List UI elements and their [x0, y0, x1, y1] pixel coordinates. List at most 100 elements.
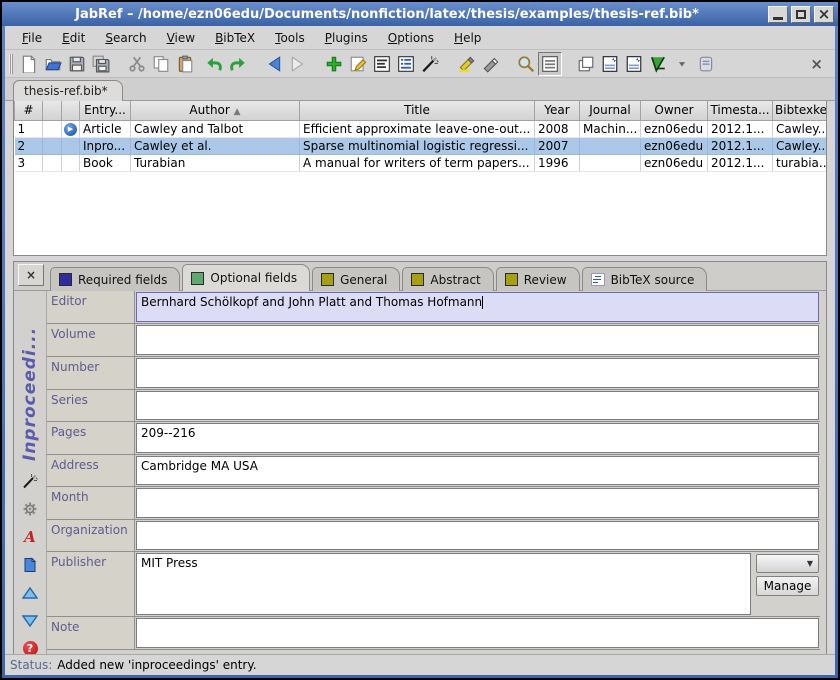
maximize-button[interactable]: [791, 6, 811, 23]
url-icon[interactable]: ▶: [64, 123, 77, 136]
menu-options[interactable]: Options: [379, 28, 443, 48]
manage-button[interactable]: Manage: [756, 576, 819, 596]
mark-entries-icon[interactable]: [454, 52, 478, 76]
field-row-series: Series: [47, 390, 820, 422]
table-row[interactable]: 3 Book Turabian A manual for writers of …: [15, 154, 828, 171]
gear-icon[interactable]: [21, 501, 39, 517]
maximize-icon: [796, 10, 806, 19]
entry-editor-close-button[interactable]: ×: [18, 264, 44, 286]
table-header-row: # Entry... Author ▲ Title Year Journal O…: [15, 101, 828, 120]
field-row-month: Month: [47, 487, 820, 520]
col-header-title[interactable]: Title: [300, 101, 535, 120]
entry-table-panel: # Entry... Author ▲ Title Year Journal O…: [13, 101, 827, 256]
push-to-application-icon[interactable]: [598, 52, 622, 76]
open-database-icon[interactable]: [41, 52, 65, 76]
menu-plugins[interactable]: Plugins: [316, 28, 377, 48]
menu-search[interactable]: Search: [96, 28, 155, 48]
publisher-field-input[interactable]: MIT Press: [136, 553, 751, 615]
forward-icon[interactable]: [286, 52, 310, 76]
organization-field-input[interactable]: [136, 521, 819, 550]
col-header-timestamp[interactable]: Timesta...: [708, 101, 773, 120]
tab-required-fields[interactable]: Required fields: [50, 267, 180, 291]
copy-bibtex-key-icon[interactable]: [574, 52, 598, 76]
back-icon[interactable]: [262, 52, 286, 76]
text-caret: [482, 296, 483, 309]
push-dropdown-icon[interactable]: [670, 52, 694, 76]
abstract-fields-icon: [411, 273, 424, 286]
new-database-icon[interactable]: [17, 52, 41, 76]
table-row[interactable]: 1 ▶ Article Cawley and Talbot Efficient …: [15, 120, 828, 137]
toggle-entry-preview-icon[interactable]: [394, 52, 418, 76]
tab-bibtex-source[interactable]: BibTeX source: [582, 267, 708, 291]
optional-fields-panel: Editor Bernhard Schölkopf and John Platt…: [47, 291, 826, 662]
col-header-bibtexkey[interactable]: Bibtexkey: [773, 101, 828, 120]
write-xmp-page-icon[interactable]: [21, 557, 39, 573]
open-file-icon[interactable]: [694, 52, 718, 76]
col-header-number[interactable]: #: [15, 101, 43, 120]
next-entry-icon[interactable]: [21, 613, 39, 629]
new-entry-icon[interactable]: [322, 52, 346, 76]
push-to-application-2-icon[interactable]: [622, 52, 646, 76]
tab-abstract[interactable]: Abstract: [402, 267, 493, 291]
entry-table: # Entry... Author ▲ Title Year Journal O…: [14, 101, 827, 172]
publisher-dropdown-button[interactable]: ▼: [756, 554, 819, 573]
edit-entry-icon[interactable]: [346, 52, 370, 76]
menu-view[interactable]: View: [158, 28, 204, 48]
toggle-preview-icon[interactable]: [538, 52, 562, 76]
volume-field-input[interactable]: [136, 325, 819, 355]
redo-icon[interactable]: [226, 52, 250, 76]
field-row-volume: Volume: [47, 324, 820, 357]
col-header-owner[interactable]: Owner: [641, 101, 708, 120]
field-label: Month: [47, 487, 135, 519]
autogenerate-keys-wand-icon[interactable]: [418, 52, 442, 76]
paste-icon[interactable]: [173, 52, 197, 76]
field-label: Volume: [47, 324, 135, 356]
push-to-lyx-icon[interactable]: [646, 52, 670, 76]
address-field-input[interactable]: Cambridge MA USA: [136, 456, 819, 485]
close-button[interactable]: ×: [814, 6, 834, 23]
document-tab-bar: thesis-ref.bib*: [5, 78, 835, 101]
document-tab[interactable]: thesis-ref.bib*: [13, 80, 123, 101]
minimize-button[interactable]: [768, 6, 788, 23]
field-row-number: Number: [47, 357, 820, 390]
field-label: Series: [47, 390, 135, 421]
previous-entry-icon[interactable]: [21, 585, 39, 601]
tab-general[interactable]: General: [312, 267, 400, 291]
copy-icon[interactable]: [149, 52, 173, 76]
search-icon[interactable]: [514, 52, 538, 76]
month-field-input[interactable]: [136, 488, 819, 518]
menu-tools[interactable]: Tools: [266, 28, 314, 48]
note-field-input[interactable]: [136, 618, 819, 648]
save-all-icon[interactable]: [89, 52, 113, 76]
toolbar: ×: [5, 50, 835, 78]
toolbar-drag-handle[interactable]: [9, 54, 13, 74]
tab-review[interactable]: Review: [496, 267, 580, 291]
title-bar[interactable]: JabRef – /home/ezn06edu/Documents/nonfic…: [2, 2, 838, 26]
table-row-selected[interactable]: 2 Inpro... Cawley et al. Sparse multinom…: [15, 137, 828, 154]
toolbar-close-icon[interactable]: ×: [802, 55, 831, 73]
toggle-groups-icon[interactable]: [370, 52, 394, 76]
unmark-entries-icon[interactable]: [478, 52, 502, 76]
col-header-author[interactable]: Author ▲: [131, 101, 300, 120]
col-header-ranking[interactable]: [43, 101, 62, 120]
generate-key-wand-icon[interactable]: [21, 473, 39, 489]
series-field-input[interactable]: [136, 391, 819, 420]
col-header-entrytype[interactable]: Entry...: [80, 101, 131, 120]
menu-help[interactable]: Help: [445, 28, 490, 48]
review-fields-icon: [505, 273, 518, 286]
menu-edit[interactable]: Edit: [53, 28, 94, 48]
menu-bibtex[interactable]: BibTeX: [206, 28, 264, 48]
pdf-acrobat-icon[interactable]: A: [21, 529, 39, 545]
number-field-input[interactable]: [136, 358, 819, 388]
col-header-url[interactable]: [62, 101, 80, 120]
menu-file[interactable]: File: [13, 28, 51, 48]
col-header-year[interactable]: Year: [535, 101, 580, 120]
field-label: Organization: [47, 520, 135, 551]
pages-field-input[interactable]: 209--216: [136, 423, 819, 453]
save-database-icon[interactable]: [65, 52, 89, 76]
tab-optional-fields[interactable]: Optional fields: [182, 264, 310, 291]
cut-icon[interactable]: [125, 52, 149, 76]
undo-icon[interactable]: [202, 52, 226, 76]
col-header-journal[interactable]: Journal: [580, 101, 641, 120]
editor-field-input[interactable]: Bernhard Schölkopf and John Platt and Th…: [136, 292, 819, 322]
